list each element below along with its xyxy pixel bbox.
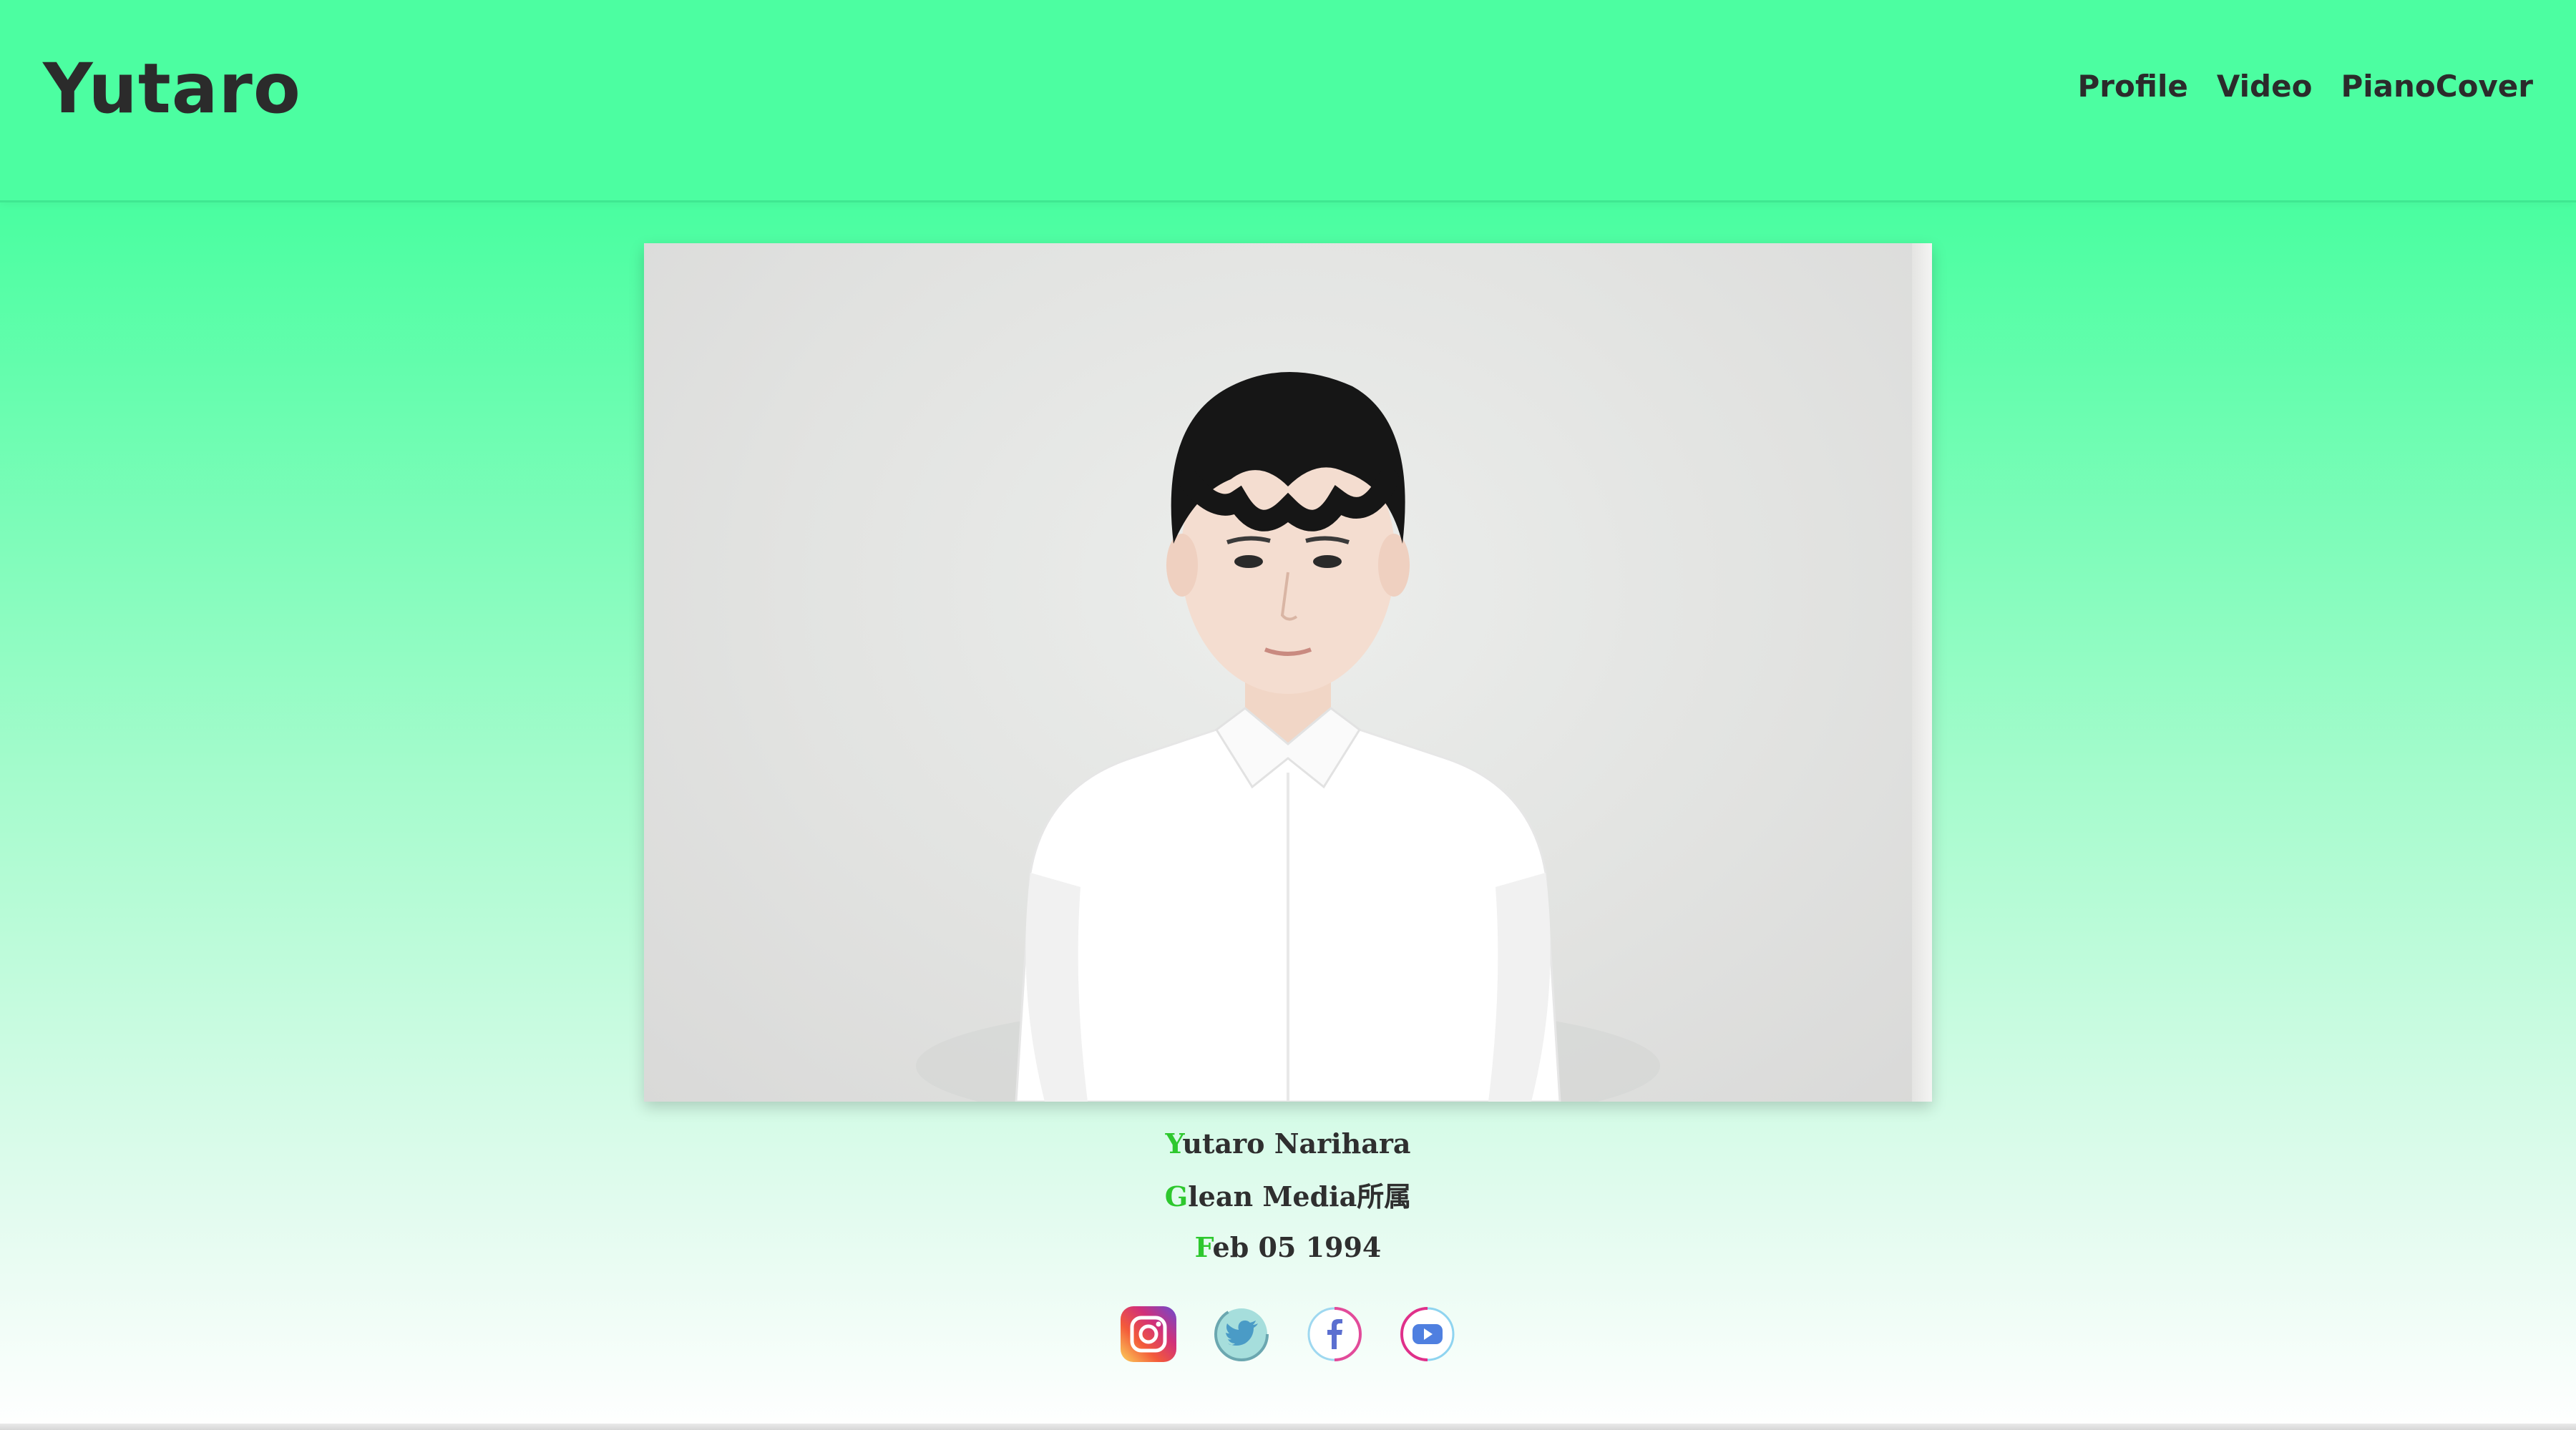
main-nav: Profile Video PianoCover (2078, 72, 2533, 102)
profile-agency: Glean Media所属 (0, 1183, 2576, 1210)
photo-edge (1912, 243, 1932, 1102)
profile-name: Yutaro Narihara (0, 1130, 2576, 1157)
facebook-icon[interactable] (1305, 1305, 1364, 1363)
instagram-icon[interactable] (1119, 1305, 1178, 1363)
nav-item-pianocover[interactable]: PianoCover (2341, 72, 2533, 102)
profile-birthday: Feb 05 1994 (0, 1234, 2576, 1261)
nav-item-profile[interactable]: Profile (2078, 72, 2188, 102)
social-links (0, 1305, 2576, 1363)
name-rest: utaro Narihara (1182, 1127, 1411, 1160)
birthday-rest: eb 05 1994 (1212, 1231, 1382, 1263)
name-initial: Y (1165, 1127, 1183, 1160)
portrait-illustration (916, 372, 1660, 1102)
footer-divider (0, 1424, 2576, 1430)
site-header: Yutaro Profile Video PianoCover (0, 0, 2576, 202)
twitter-icon[interactable] (1212, 1305, 1271, 1363)
youtube-icon[interactable] (1398, 1305, 1457, 1363)
site-logo[interactable]: Yutaro (43, 54, 301, 123)
profile-photo (644, 243, 1932, 1102)
nav-item-video[interactable]: Video (2217, 72, 2313, 102)
agency-initial: G (1164, 1180, 1189, 1213)
birthday-initial: F (1194, 1231, 1213, 1263)
agency-rest: lean Media所属 (1188, 1180, 1412, 1213)
